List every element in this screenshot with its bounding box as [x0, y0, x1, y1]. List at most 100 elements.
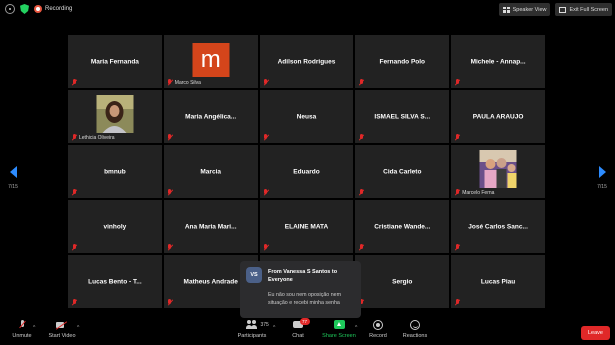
muted-mic-icon [454, 299, 460, 306]
participants-button[interactable]: 375 Participants [234, 320, 270, 339]
profile-photo-image [479, 150, 517, 188]
participant-tile[interactable]: Eduardo [259, 145, 354, 198]
meeting-controls-toolbar: Unmute ^ Start Video ^ 375 Participants … [0, 318, 615, 345]
exit-full-screen-label: Exit Full Screen [569, 6, 608, 13]
zoom-meeting-window: Recording Speaker View Exit Full Screen … [0, 0, 615, 345]
participant-name: Ana Maria Mari... [184, 223, 237, 230]
previous-page[interactable]: 7/15 [3, 166, 23, 190]
participant-tile[interactable]: bmnub [68, 145, 162, 198]
participant-tile[interactable]: m Marco Silva [163, 35, 258, 88]
participant-name: Cristiane Wande... [374, 223, 431, 230]
participant-tile[interactable]: ISMAEL SILVA S... [355, 90, 450, 143]
chat-button[interactable]: 77 Chat [285, 318, 311, 339]
participant-tile[interactable]: José Carlos Sanc... [451, 200, 545, 253]
reactions-button[interactable]: Reactions [400, 320, 430, 339]
muted-microphone-icon [19, 320, 25, 331]
leave-button[interactable]: Leave [581, 326, 610, 340]
muted-mic-icon [263, 134, 269, 141]
participant-name: Eduardo [293, 168, 320, 175]
participant-tile[interactable]: PAULA ARAUJO [451, 90, 545, 143]
participant-tile[interactable]: Neusa [259, 90, 354, 143]
chat-message-text: Eu não sou nem oposição nem situação e r… [268, 292, 342, 306]
start-video-label: Start Video [48, 333, 76, 339]
participant-photo [96, 95, 134, 133]
meeting-status: Recording [5, 4, 72, 14]
participant-tile[interactable]: Lethicia Oliveira [68, 90, 162, 143]
muted-mic-icon [263, 244, 269, 251]
arrow-left-icon[interactable] [9, 166, 17, 178]
participant-name: Maria Fernanda [90, 58, 139, 65]
unmute-label: Unmute [12, 333, 32, 339]
participant-name: Adilson Rodrigues [277, 58, 336, 65]
sender-avatar: VS [246, 267, 262, 283]
participant-tile[interactable]: ELAINE MATA [259, 200, 354, 253]
participant-tile[interactable]: Michele - Annap... [451, 35, 545, 88]
participant-name: Lucas Piau [480, 278, 516, 285]
participant-name: Michele - Annap... [470, 58, 526, 65]
participant-tile[interactable]: Cristiane Wande... [355, 200, 450, 253]
page-indicator-right: 7/15 [597, 184, 607, 190]
recording-icon [34, 5, 42, 13]
muted-mic-icon [167, 244, 173, 251]
reactions-label: Reactions [402, 333, 428, 339]
participants-count: 375 [260, 322, 269, 328]
muted-mic-icon [454, 189, 460, 196]
participant-tile[interactable]: Lucas Piau [451, 255, 545, 308]
participant-name: Cida Carleto [383, 168, 422, 175]
participant-name: Marcelo Ferna [462, 190, 495, 196]
participant-tile[interactable]: Lucas Bento - T... [68, 255, 162, 308]
security-shield-icon[interactable] [20, 4, 29, 14]
next-page[interactable]: 7/15 [592, 166, 612, 190]
participant-tile[interactable]: Maria Angélica... [163, 90, 258, 143]
muted-mic-icon [358, 189, 364, 196]
participant-tile[interactable]: Sergio [355, 255, 450, 308]
info-icon[interactable] [5, 4, 15, 14]
participant-name: Marco Silva [174, 80, 201, 86]
start-video-button[interactable]: Start Video [44, 320, 80, 339]
recording-label: Recording [45, 6, 73, 12]
participant-photo [479, 150, 517, 188]
participant-name: ISMAEL SILVA S... [374, 113, 431, 120]
chat-sender-line: From Vanessa S Santos to Everyone [268, 269, 338, 283]
muted-mic-icon [454, 134, 460, 141]
participant-tile[interactable]: Marcelo Ferna [451, 145, 545, 198]
muted-mic-icon [71, 189, 77, 196]
audio-options-caret-icon[interactable]: ^ [33, 325, 35, 331]
arrow-right-icon[interactable] [598, 166, 606, 178]
record-button[interactable]: Record [366, 320, 390, 339]
participant-tile[interactable]: Cida Carleto [355, 145, 450, 198]
participant-name: Fernando Polo [379, 58, 426, 65]
participant-tile[interactable]: Ana Maria Mari... [163, 200, 258, 253]
chat-notification-popup[interactable]: VS From Vanessa S Santos to Everyone Eu … [240, 261, 361, 318]
video-off-icon [56, 320, 68, 331]
muted-mic-icon [71, 299, 77, 306]
participant-tile[interactable]: Marcia [163, 145, 258, 198]
participant-name: Maria Angélica... [185, 113, 237, 120]
participant-name: Lucas Bento - T... [88, 278, 142, 285]
muted-mic-icon [167, 189, 173, 196]
participant-tile[interactable]: Adilson Rodrigues [259, 35, 354, 88]
page-indicator-left: 7/15 [8, 184, 18, 190]
participant-name: José Carlos Sanc... [468, 223, 528, 230]
participant-name: vinholy [103, 223, 127, 230]
muted-mic-icon [358, 79, 364, 86]
exit-fullscreen-icon [559, 6, 567, 13]
muted-mic-icon [167, 79, 173, 86]
video-options-caret-icon[interactable]: ^ [77, 325, 79, 331]
top-bar: Recording Speaker View Exit Full Screen [0, 0, 615, 20]
unmute-button[interactable]: Unmute [8, 320, 36, 339]
share-options-caret-icon[interactable]: ^ [355, 325, 357, 331]
participant-name: PAULA ARAUJO [472, 113, 524, 120]
speaker-view-label: Speaker View [512, 6, 547, 13]
speaker-view-button[interactable]: Speaker View [498, 3, 551, 16]
recording-indicator: Recording [34, 5, 72, 13]
participant-name: Lethicia Oliveira [79, 135, 115, 141]
participants-options-caret-icon[interactable]: ^ [273, 325, 275, 331]
participant-tile[interactable]: Fernando Polo [355, 35, 450, 88]
exit-full-screen-button[interactable]: Exit Full Screen [555, 3, 612, 16]
participant-tile[interactable]: Maria Fernanda [68, 35, 162, 88]
share-screen-button[interactable]: Share Screen [320, 320, 358, 339]
muted-mic-icon [454, 244, 460, 251]
participant-tile[interactable]: vinholy [68, 200, 162, 253]
share-screen-icon [333, 320, 345, 331]
